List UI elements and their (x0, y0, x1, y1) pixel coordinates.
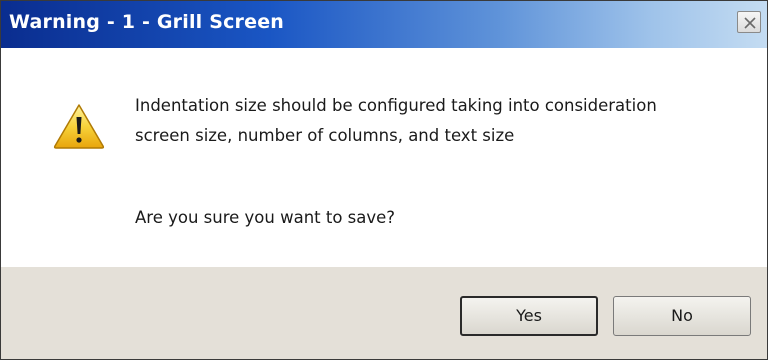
message-area: Indentation size should be configured ta… (1, 48, 767, 267)
warning-dialog: Warning - 1 - Grill Screen Indentation s… (0, 0, 768, 360)
no-button[interactable]: No (613, 296, 751, 336)
button-bar: Yes No (1, 267, 767, 359)
title-bar[interactable]: Warning - 1 - Grill Screen (1, 1, 767, 48)
message-line-1: Indentation size should be configured ta… (135, 96, 657, 115)
window-title: Warning - 1 - Grill Screen (9, 11, 285, 33)
confirm-question: Are you sure you want to save? (135, 208, 396, 227)
close-button[interactable] (737, 11, 761, 33)
close-icon (744, 17, 756, 29)
message-line-2: screen size, number of columns, and text… (135, 126, 515, 145)
yes-button[interactable]: Yes (460, 296, 598, 336)
warning-icon (53, 104, 105, 149)
